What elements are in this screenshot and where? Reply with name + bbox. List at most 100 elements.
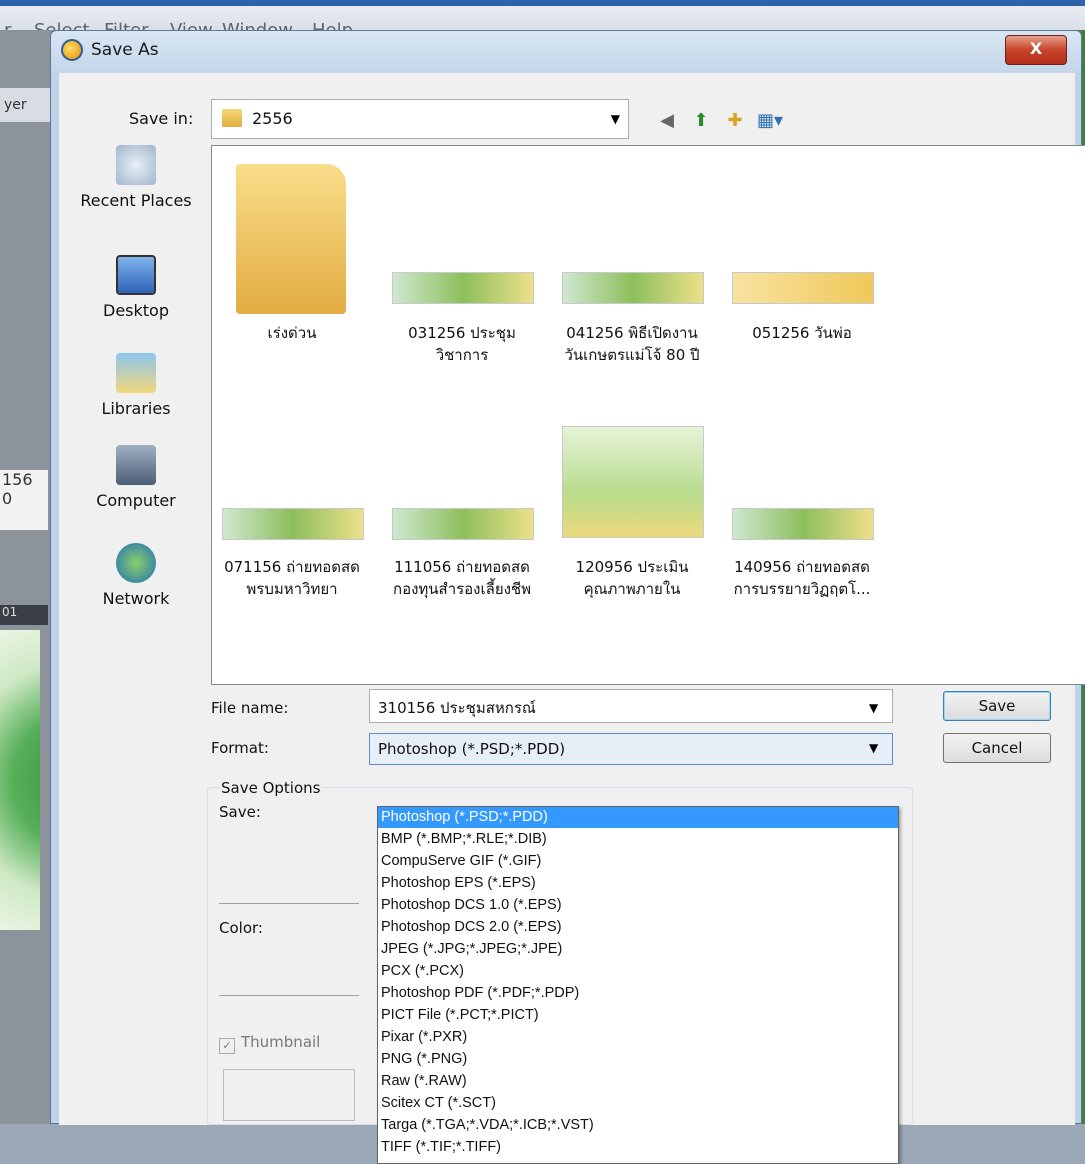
- color-label: Color:: [219, 919, 263, 937]
- file-caption-line1: 071156 ถ่ายทอดสด: [224, 558, 360, 576]
- dialog-title: Save As: [91, 40, 159, 60]
- place-computer[interactable]: Computer: [61, 445, 211, 535]
- new-folder-icon[interactable]: ✚: [723, 109, 747, 133]
- place-desktop[interactable]: Desktop: [61, 255, 211, 345]
- format-option[interactable]: Pixar (*.PXR): [378, 1027, 898, 1048]
- thumbnail-image: [392, 272, 534, 304]
- file-item[interactable]: เร่งด่วน: [212, 146, 372, 376]
- format-option[interactable]: PICT File (*.PCT;*.PICT): [378, 1005, 898, 1026]
- file-caption-line1: 140956 ถ่ายทอดสด: [734, 558, 870, 576]
- folder-icon: [236, 164, 346, 314]
- file-caption-line2: การบรรยายวิฏฤตโ...: [733, 580, 871, 598]
- format-option[interactable]: Photoshop DCS 2.0 (*.EPS): [378, 917, 898, 938]
- format-label: Format:: [211, 739, 269, 757]
- up-folder-icon[interactable]: ⬆: [689, 109, 713, 133]
- thumbnail-checkbox[interactable]: ✓ Thumbnail: [219, 1033, 320, 1054]
- file-item[interactable]: 071156 ถ่ายทอดสด พรบมหาวิทยา: [212, 416, 372, 646]
- save-label: Save:: [219, 803, 261, 821]
- thumbnail-image: [562, 426, 704, 538]
- thumbnail-image: [222, 508, 364, 540]
- thumbnail-image: [732, 508, 874, 540]
- format-select[interactable]: Photoshop (*.PSD;*.PDD): [369, 733, 893, 765]
- save-in-value: 2556: [252, 109, 293, 128]
- format-option[interactable]: Photoshop EPS (*.EPS): [378, 873, 898, 894]
- network-icon: [116, 543, 156, 583]
- format-option[interactable]: Raw (*.RAW): [378, 1071, 898, 1092]
- ruler-top-value: 156: [2, 470, 33, 489]
- file-caption-line1: 120956 ประเมิน: [575, 558, 689, 576]
- thumbnail-image: [562, 272, 704, 304]
- file-caption-line2: คุณภาพภายใน: [583, 580, 681, 598]
- place-label: Recent Places: [80, 191, 192, 210]
- file-caption-line2: พรบมหาวิทยา: [246, 580, 338, 598]
- layer-panel-tab[interactable]: yer: [0, 88, 52, 122]
- separator: [219, 903, 359, 904]
- recent-places-icon: [116, 145, 156, 185]
- back-icon[interactable]: ◀: [655, 109, 679, 133]
- computer-icon: [116, 445, 156, 485]
- place-label: Desktop: [103, 301, 169, 320]
- view-menu-icon[interactable]: ▦▾: [757, 109, 783, 133]
- dialog-titlebar[interactable]: Save As X: [51, 31, 1081, 73]
- save-button[interactable]: Save: [943, 691, 1051, 721]
- save-in-label: Save in:: [129, 109, 194, 128]
- format-option[interactable]: Targa (*.TGA;*.VDA;*.ICB;*.VST): [378, 1115, 898, 1136]
- format-option[interactable]: Photoshop DCS 1.0 (*.EPS): [378, 895, 898, 916]
- format-option[interactable]: Photoshop PDF (*.PDF;*.PDP): [378, 983, 898, 1004]
- file-item[interactable]: 111056 ถ่ายทอดสด กองทุนสำรองเลี้ยงชีพ: [382, 416, 542, 646]
- dialog-client: Save in: 2556 ▼ ◀ ⬆ ✚ ▦▾ Recent Places D…: [59, 73, 1085, 1164]
- ruler-bottom-value: 0: [2, 489, 13, 508]
- place-label: Libraries: [101, 399, 171, 418]
- chevron-down-icon[interactable]: ▼: [869, 741, 878, 755]
- format-option[interactable]: BMP (*.BMP;*.RLE;*.DIB): [378, 829, 898, 850]
- format-option[interactable]: Scitex CT (*.SCT): [378, 1093, 898, 1114]
- warning-box: [223, 1069, 355, 1121]
- file-item[interactable]: 120956 ประเมิน คุณภาพภายใน: [552, 416, 712, 646]
- format-option[interactable]: PCX (*.PCX): [378, 961, 898, 982]
- file-caption-line1: 051256 วันพ่อ: [752, 324, 852, 342]
- ruler: 156 0: [0, 470, 48, 530]
- format-option[interactable]: PNG (*.PNG): [378, 1049, 898, 1070]
- close-button[interactable]: X: [1005, 35, 1067, 65]
- file-caption-line1: 041256 พิธีเปิดงาน: [566, 324, 698, 342]
- file-list[interactable]: เร่งด่วน 031256 ประชุม วิชาการ 041256 พิ…: [211, 145, 1085, 685]
- file-name-label: File name:: [211, 699, 289, 717]
- file-caption: เร่งด่วน: [267, 324, 317, 342]
- chevron-down-icon[interactable]: ▼: [869, 701, 878, 715]
- file-caption-line1: 031256 ประชุม: [408, 324, 516, 342]
- save-as-dialog: Save As X Save in: 2556 ▼ ◀ ⬆ ✚ ▦▾ Recen…: [50, 30, 1085, 1164]
- format-option[interactable]: TIFF (*.TIF;*.TIFF): [378, 1137, 898, 1158]
- separator: [219, 995, 359, 996]
- save-in-combo[interactable]: 2556 ▼: [211, 99, 629, 139]
- thumbnail-image: [392, 508, 534, 540]
- file-item[interactable]: 041256 พิธีเปิดงาน วันเกษตรแม่โจ้ 80 ปี: [552, 146, 712, 376]
- places-bar: Recent Places Desktop Libraries Computer…: [61, 145, 211, 685]
- file-caption-line2: วิชาการ: [435, 346, 489, 364]
- file-caption-line2: วันเกษตรแม่โจ้ 80 ปี: [564, 346, 700, 364]
- format-option[interactable]: Photoshop (*.PSD;*.PDD): [378, 807, 898, 828]
- libraries-icon: [116, 353, 156, 393]
- place-network[interactable]: Network: [61, 543, 211, 633]
- file-item[interactable]: 140956 ถ่ายทอดสด การบรรยายวิฏฤตโ...: [722, 416, 882, 646]
- save-options-label: Save Options: [219, 779, 323, 797]
- file-caption-line1: 111056 ถ่ายทอดสด: [394, 558, 530, 576]
- document-tab[interactable]: 01: [0, 605, 48, 625]
- place-label: Computer: [96, 491, 176, 510]
- place-libraries[interactable]: Libraries: [61, 353, 211, 443]
- file-item[interactable]: 031256 ประชุม วิชาการ: [382, 146, 542, 376]
- thumbnail-image: [732, 272, 874, 304]
- canvas-image: [0, 630, 40, 930]
- place-recent-places[interactable]: Recent Places: [61, 145, 211, 235]
- format-option[interactable]: CompuServe GIF (*.GIF): [378, 851, 898, 872]
- chevron-down-icon[interactable]: ▼: [611, 112, 620, 126]
- cancel-button[interactable]: Cancel: [943, 733, 1051, 763]
- checkmark-icon: ✓: [219, 1038, 235, 1054]
- thumbnail-label: Thumbnail: [241, 1033, 321, 1051]
- desktop-icon: [116, 255, 156, 295]
- file-item[interactable]: 051256 วันพ่อ: [722, 146, 882, 376]
- place-label: Network: [102, 589, 170, 608]
- format-dropdown-list[interactable]: Photoshop (*.PSD;*.PDD) BMP (*.BMP;*.RLE;…: [377, 806, 899, 1164]
- app-left-area: yer 156 0 01: [0, 30, 52, 1124]
- format-option[interactable]: JPEG (*.JPG;*.JPEG;*.JPE): [378, 939, 898, 960]
- file-name-input[interactable]: 310156 ประชุมสหกรณ์: [369, 689, 893, 723]
